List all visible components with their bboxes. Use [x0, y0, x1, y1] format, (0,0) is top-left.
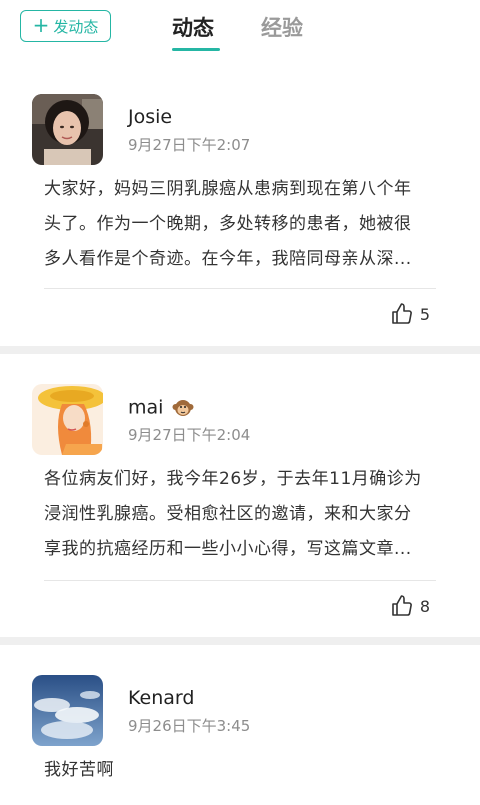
post-card[interactable]: mai 9月27日下午2:04 各位病友们好，我今年26岁，于去年11月确诊为 …	[0, 354, 480, 637]
tab-experience[interactable]: 经验	[261, 12, 303, 42]
content-line: 多人看作是个奇迹。在今年，我陪同母亲从深...	[44, 249, 412, 269]
content-line: 头了。作为一个晚期，多处转移的患者，她被很	[44, 214, 412, 234]
avatar[interactable]	[32, 94, 103, 165]
content-line: 我好苦啊	[44, 760, 114, 780]
post-card[interactable]: Josie 9月27日下午2:07 大家好，妈妈三阴乳腺癌从患病到现在第八个年 …	[0, 58, 480, 346]
like-button[interactable]: 8	[390, 594, 430, 618]
post-content[interactable]: 各位病友们好，我今年26岁，于去年11月确诊为 浸润性乳腺癌。受相愈社区的邀请，…	[44, 462, 436, 567]
like-count: 8	[419, 596, 430, 616]
post-time: 9月26日下午3:45	[128, 717, 251, 735]
author-name[interactable]: Kenard	[128, 687, 194, 709]
card-separator	[0, 346, 480, 354]
card-separator	[0, 637, 480, 645]
content-line: 享我的抗癌经历和一些小小心得，写这篇文章...	[44, 539, 412, 559]
divider	[44, 288, 436, 289]
author-name-text: mai	[128, 396, 164, 419]
post-update-button[interactable]: + 发动态	[20, 10, 111, 42]
post-content[interactable]: 大家好，妈妈三阴乳腺癌从患病到现在第八个年 头了。作为一个晚期，多处转移的患者，…	[44, 172, 436, 277]
plus-icon: +	[32, 13, 50, 37]
like-count: 5	[419, 304, 430, 324]
author-name[interactable]: mai	[128, 396, 195, 420]
post-time: 9月27日下午2:04	[128, 426, 251, 444]
tab-updates[interactable]: 动态	[172, 12, 214, 42]
like-button[interactable]: 5	[390, 302, 430, 326]
divider	[44, 580, 436, 581]
thumbs-up-icon	[392, 595, 412, 616]
feed-list: Josie 9月27日下午2:07 大家好，妈妈三阴乳腺癌从患病到现在第八个年 …	[0, 58, 480, 805]
author-name[interactable]: Josie	[128, 106, 172, 128]
monkey-emoji-icon	[172, 400, 194, 416]
top-header: + 发动态 动态 经验	[0, 0, 480, 58]
content-line: 大家好，妈妈三阴乳腺癌从患病到现在第八个年	[44, 179, 412, 199]
post-card[interactable]: Kenard 9月26日下午3:45 我好苦啊	[0, 645, 480, 805]
content-line: 浸润性乳腺癌。受相愈社区的邀请，来和大家分	[44, 504, 412, 524]
post-content[interactable]: 我好苦啊	[44, 753, 436, 788]
avatar[interactable]	[32, 675, 103, 746]
post-time: 9月27日下午2:07	[128, 136, 251, 154]
content-line: 各位病友们好，我今年26岁，于去年11月确诊为	[44, 469, 422, 489]
post-update-label: 发动态	[53, 17, 99, 36]
active-tab-indicator	[172, 48, 220, 51]
avatar[interactable]	[32, 384, 103, 455]
thumbs-up-icon	[392, 303, 412, 324]
